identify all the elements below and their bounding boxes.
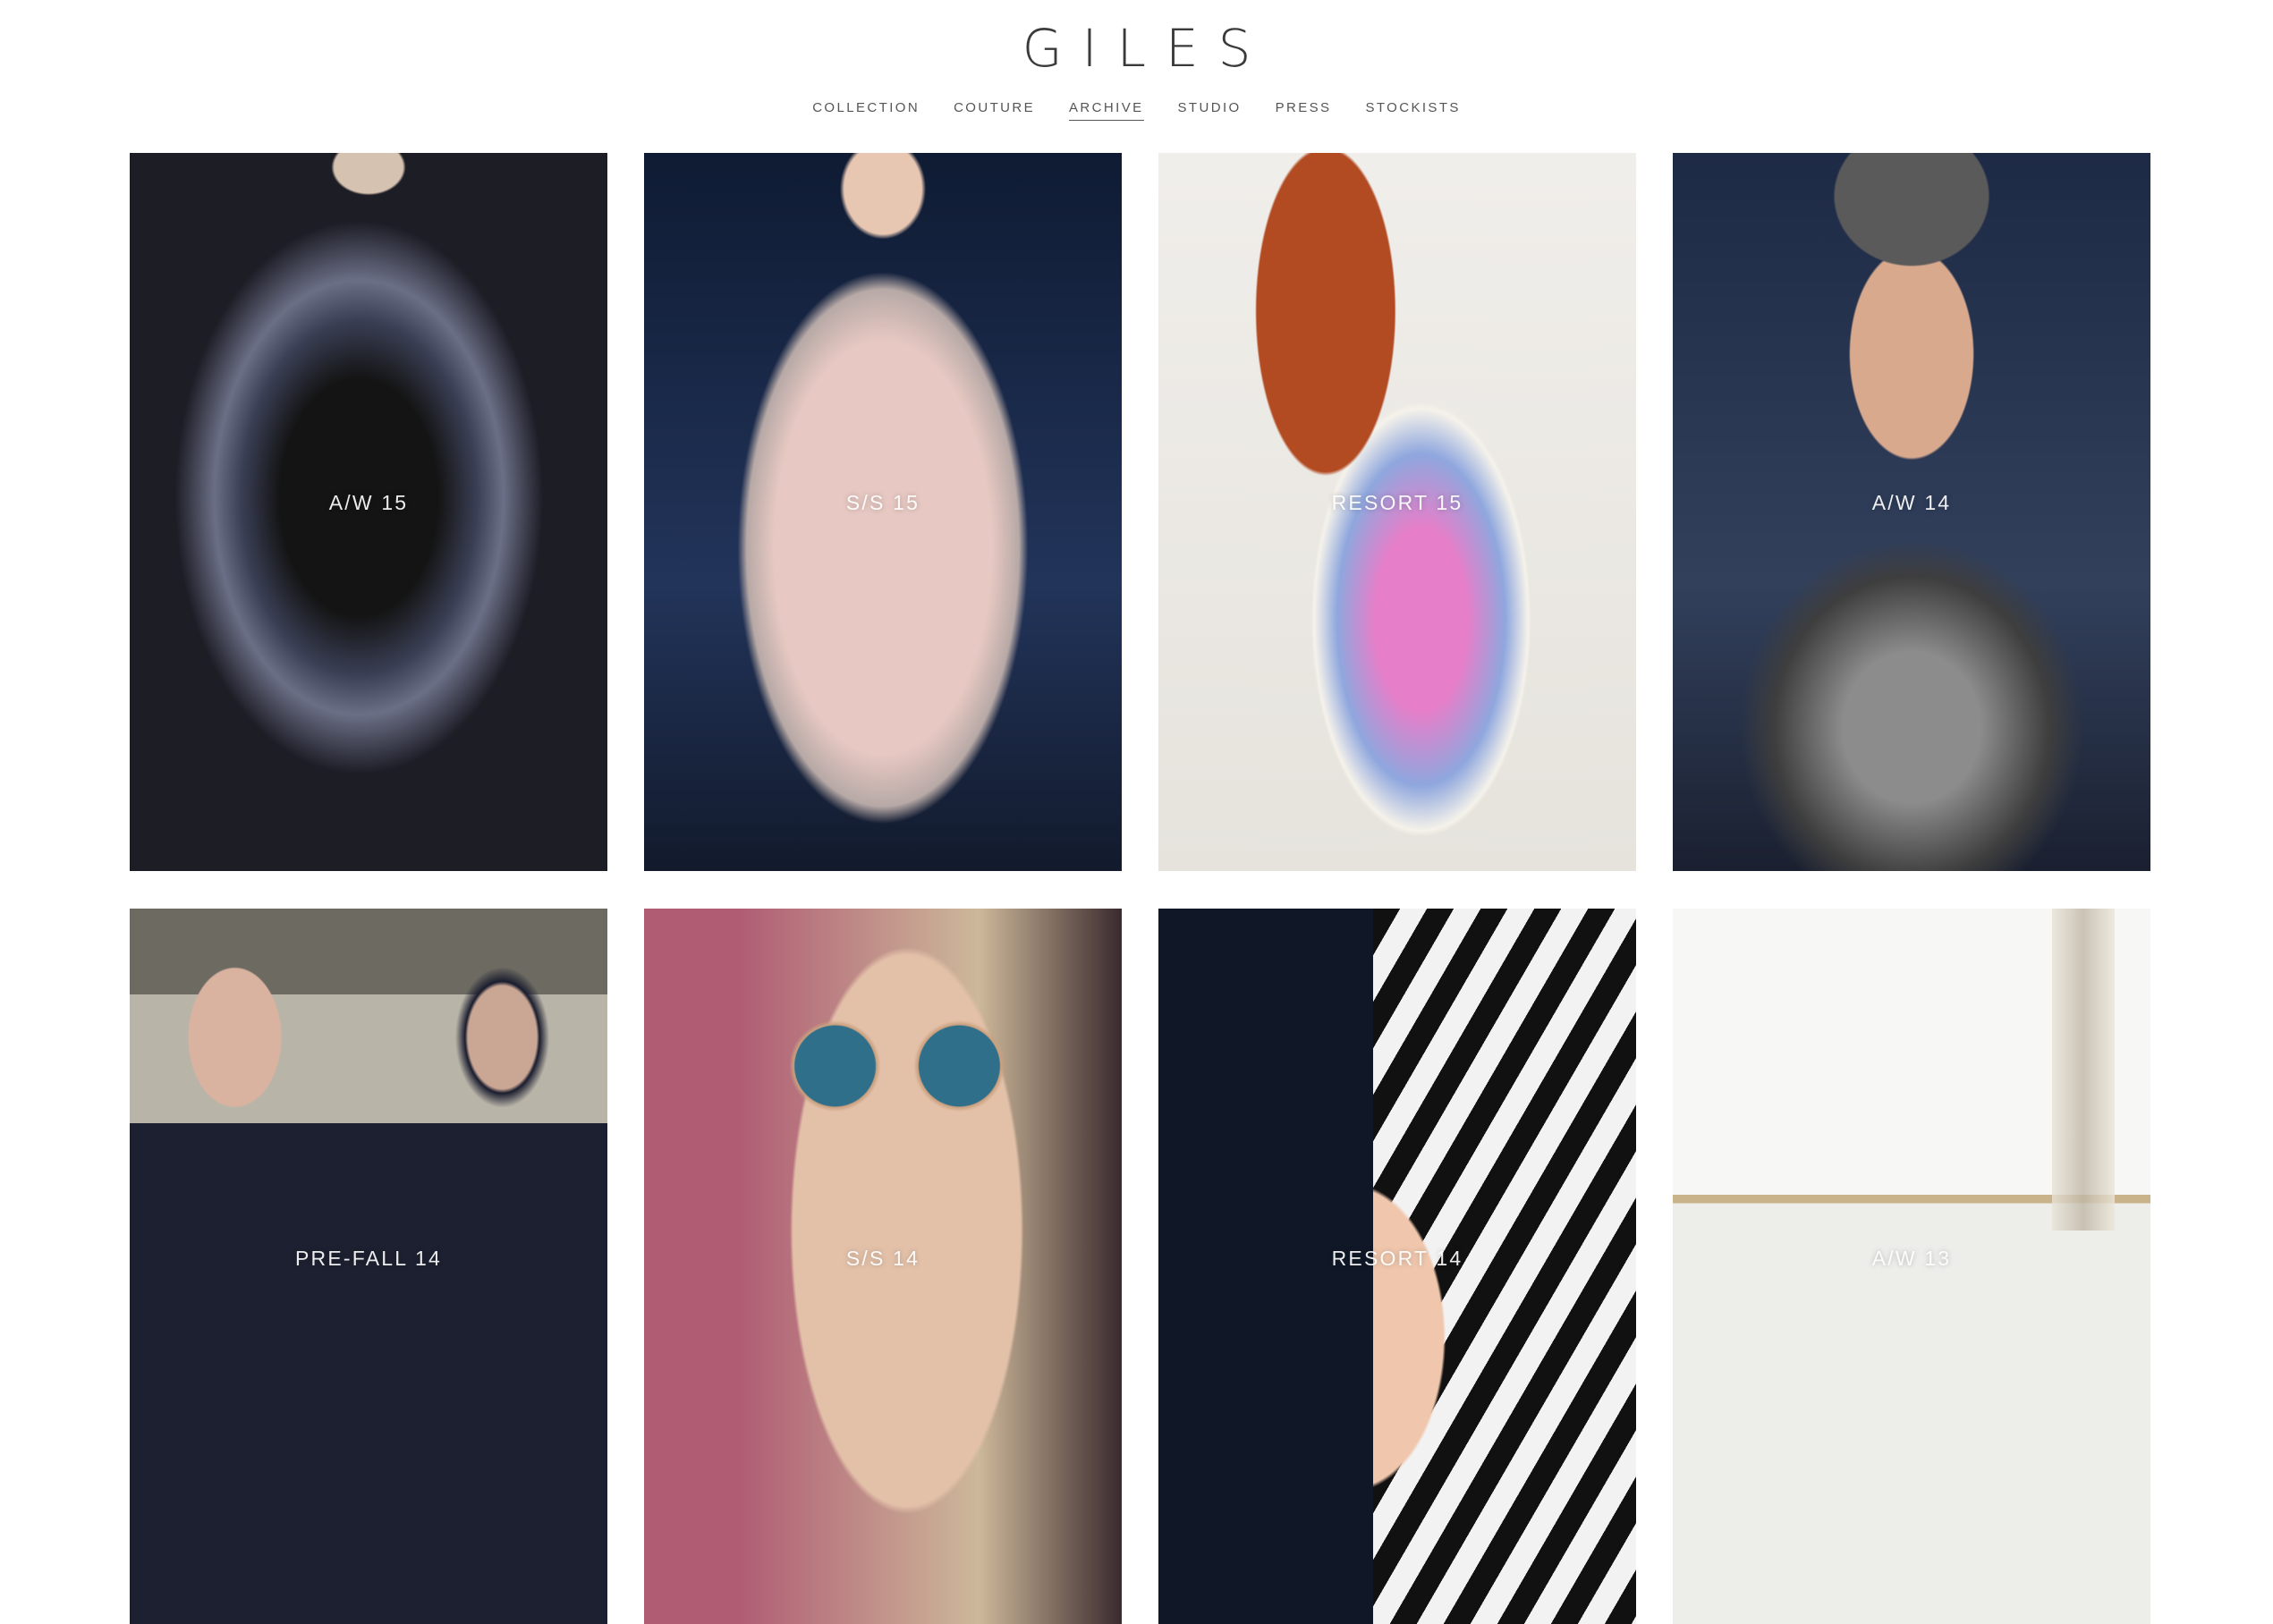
- nav-item-press[interactable]: PRESS: [1276, 100, 1332, 121]
- archive-tile-aw15[interactable]: A/W 15: [130, 153, 607, 871]
- tile-label: S/S 15: [845, 491, 920, 514]
- nav-item-collection[interactable]: COLLECTION: [812, 100, 920, 121]
- brand-logo[interactable]: GILES: [0, 18, 2273, 79]
- archive-tile-prefall14[interactable]: PRE-FALL 14: [130, 909, 607, 1624]
- main-nav: COLLECTION COUTURE ARCHIVE STUDIO PRESS …: [0, 100, 2273, 121]
- nav-item-studio[interactable]: STUDIO: [1178, 100, 1242, 121]
- site-header: GILES COLLECTION COUTURE ARCHIVE STUDIO …: [0, 0, 2273, 152]
- archive-tile-aw13[interactable]: A/W 13: [1673, 909, 2150, 1624]
- archive-tile-resort15[interactable]: RESORT 15: [1158, 153, 1636, 871]
- tile-label: RESORT 14: [1331, 1247, 1463, 1270]
- tile-label: A/W 13: [1871, 1247, 1952, 1270]
- tile-label: A/W 15: [328, 491, 409, 514]
- archive-tile-ss14[interactable]: S/S 14: [644, 909, 1122, 1624]
- archive-tile-ss15[interactable]: S/S 15: [644, 153, 1122, 871]
- tile-label: PRE-FALL 14: [295, 1247, 442, 1270]
- nav-item-archive[interactable]: ARCHIVE: [1069, 100, 1144, 121]
- tile-label: RESORT 15: [1331, 491, 1463, 514]
- nav-item-couture[interactable]: COUTURE: [954, 100, 1035, 121]
- nav-item-stockists[interactable]: STOCKISTS: [1365, 100, 1460, 121]
- archive-tile-resort14[interactable]: RESORT 14: [1158, 909, 1636, 1624]
- archive-grid: A/W 15 S/S 15 RESORT 15 A/W 14 PRE-FALL …: [130, 153, 2150, 1624]
- archive-tile-aw14[interactable]: A/W 14: [1673, 153, 2150, 871]
- tile-label: S/S 14: [845, 1247, 920, 1270]
- tile-label: A/W 14: [1871, 491, 1952, 514]
